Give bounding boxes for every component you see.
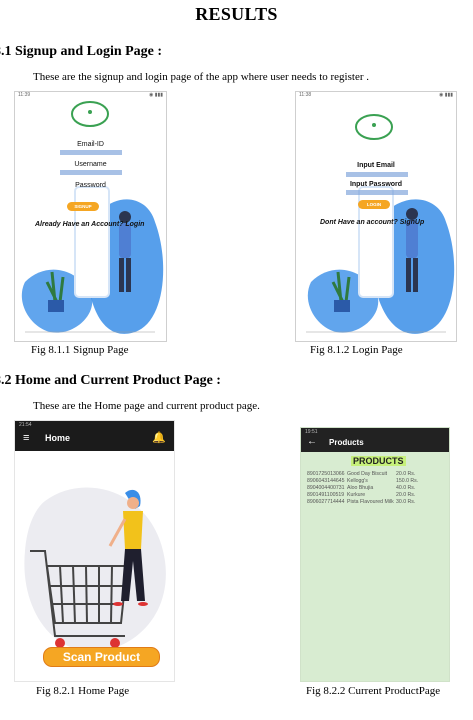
barcode-cell: 8901491100519 <box>307 492 345 498</box>
signup-field-email-label: Email-ID <box>77 141 104 148</box>
status-time: 21:54 <box>19 422 32 428</box>
section-description-signup-login: These are the signup and login page of t… <box>33 71 369 83</box>
signup-field-username-input[interactable] <box>60 170 122 175</box>
login-field-password-input[interactable] <box>346 190 408 195</box>
products-table: 8901725013066 Good Day Biscuit 20.0 Rs. 89… <box>307 471 422 506</box>
home-title: Home <box>45 433 71 443</box>
status-time: 19:51 <box>305 429 318 435</box>
section-heading-home-product: 8.2 Home and Current Product Page : <box>0 373 221 388</box>
login-field-email-label: Input Email <box>357 162 395 169</box>
price-cell: 40.0 Rs. <box>396 485 416 491</box>
price-cell: 150.0 Rs. <box>396 478 419 484</box>
page-title: RESULTS <box>195 4 278 24</box>
barcode-cell: 8904004400731 <box>307 485 345 491</box>
section-description-home-product: These are the Home page and current prod… <box>33 400 260 412</box>
table-row: 8904004400731 Aloo Bhujia 40.0 Rs. <box>307 485 422 492</box>
table-row: 8906027714444 Pista Flavoured Milk 30.0 Rs… <box>307 499 422 506</box>
home-screenshot: 21:54 ≡ Home 🔔 Scan Product <box>14 420 175 682</box>
signup-button[interactable]: SIGNUP <box>67 202 99 211</box>
table-row: 8901491100519 Kurkure 20.0 Rs. <box>307 492 422 499</box>
table-row: 8901725013066 Good Day Biscuit 20.0 Rs. <box>307 471 422 478</box>
menu-icon[interactable]: ≡ <box>23 432 29 444</box>
signup-illustration <box>21 186 164 334</box>
scan-product-button[interactable]: Scan Product <box>43 647 160 667</box>
login-screenshot: 11:38 ◉ ▮▮▮ Input Email Input Password LO… <box>295 91 457 342</box>
barcode-cell: 8906043144645 <box>307 478 345 484</box>
caption-home: Fig 8.2.1 Home Page <box>36 685 130 697</box>
app-logo-icon <box>71 101 109 127</box>
signup-field-password-label: Password <box>75 182 106 189</box>
back-arrow-icon[interactable]: ← <box>307 436 317 447</box>
products-screenshot: 19:51 ← Products PRODUCTS 8901725013066 G… <box>300 427 450 682</box>
product-name-cell: Kurkure <box>347 492 366 498</box>
product-name-cell: Aloo Bhujia <box>347 485 374 491</box>
signup-field-email-input[interactable] <box>60 150 122 155</box>
bell-icon[interactable]: 🔔 <box>152 431 166 444</box>
product-name-cell: Good Day Biscuit <box>347 471 388 477</box>
signup-link[interactable]: Dont Have an account? SignUp <box>320 219 424 226</box>
products-app-bar: 19:51 ← Products <box>301 428 449 452</box>
table-row: 8906043144645 Kellogg's 150.0 Rs. <box>307 478 422 485</box>
app-logo-icon <box>355 114 393 140</box>
login-link[interactable]: Already Have an Account? Login <box>35 221 144 228</box>
products-title: Products <box>329 438 364 447</box>
price-cell: 20.0 Rs. <box>396 492 416 498</box>
price-cell: 20.0 Rs. <box>396 471 416 477</box>
products-list-title: PRODUCTS <box>351 456 406 466</box>
product-name-cell: Pista Flavoured Milk <box>347 499 394 505</box>
caption-products: Fig 8.2.2 Current ProductPage <box>306 685 441 697</box>
barcode-cell: 8901725013066 <box>307 471 345 477</box>
price-cell: 30.0 Rs. <box>396 499 416 505</box>
signup-field-username-label: Username <box>74 161 107 168</box>
signup-screenshot: 11:39 ◉ ▮▮▮ Email-ID Username Password SI… <box>14 91 167 342</box>
barcode-cell: 8906027714444 <box>307 499 345 505</box>
login-field-email-input[interactable] <box>346 172 408 177</box>
product-name-cell: Kellogg's <box>347 478 368 484</box>
caption-login: Fig 8.1.2 Login Page <box>310 344 403 356</box>
login-field-password-label: Input Password <box>349 181 403 188</box>
home-app-bar: 21:54 ≡ Home 🔔 <box>15 421 174 451</box>
caption-signup: Fig 8.1.1 Signup Page <box>31 344 129 356</box>
login-button[interactable]: LOGIN <box>358 200 390 209</box>
section-heading-signup-login: 8.1 Signup and Login Page : <box>0 44 163 59</box>
